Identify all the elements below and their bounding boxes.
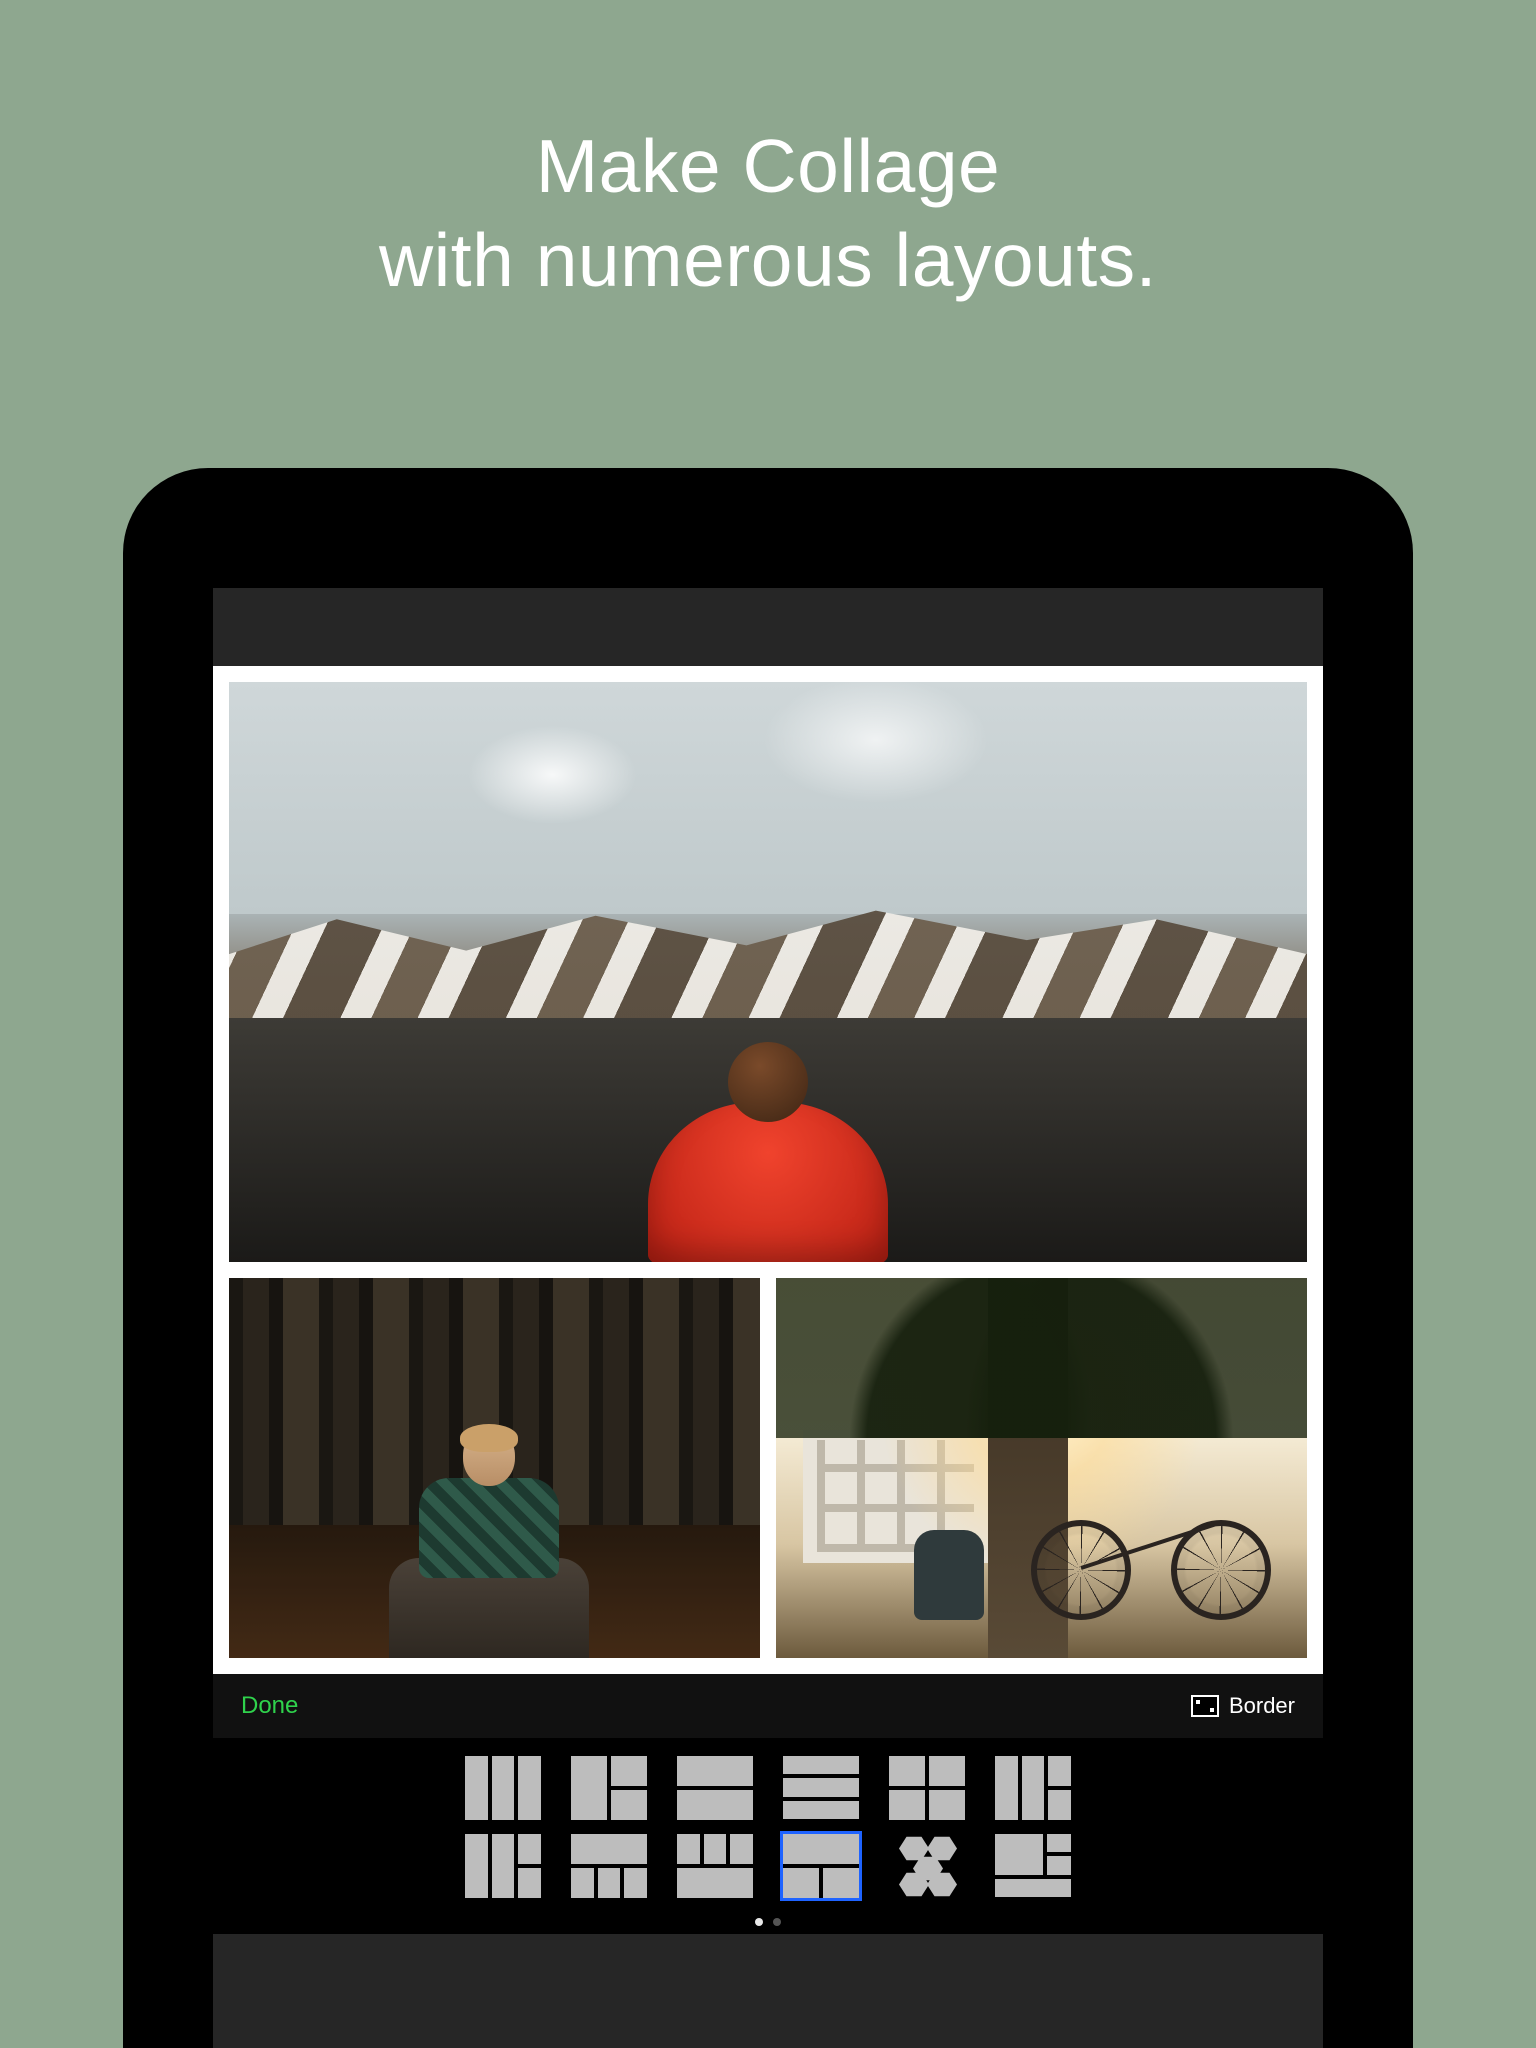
layout-option[interactable] bbox=[465, 1756, 541, 1820]
layout-option[interactable] bbox=[889, 1756, 965, 1820]
collage-slot-2[interactable] bbox=[229, 1278, 760, 1658]
layout-picker bbox=[213, 1738, 1323, 1934]
layout-option[interactable] bbox=[783, 1756, 859, 1820]
page-dot-active bbox=[755, 1918, 763, 1926]
layout-option[interactable] bbox=[677, 1756, 753, 1820]
collage-slot-3[interactable] bbox=[776, 1278, 1307, 1658]
border-button[interactable]: Border bbox=[1191, 1693, 1295, 1719]
layout-option[interactable] bbox=[677, 1834, 753, 1898]
headline-line1: Make Collage bbox=[379, 120, 1157, 214]
layout-option-selected[interactable] bbox=[783, 1834, 859, 1898]
layout-option[interactable] bbox=[995, 1756, 1071, 1820]
collage-canvas[interactable] bbox=[213, 666, 1323, 1674]
tablet-frame: Done Border bbox=[123, 468, 1413, 2048]
page-dot bbox=[773, 1918, 781, 1926]
layout-option[interactable] bbox=[571, 1834, 647, 1898]
promo-headline: Make Collage with numerous layouts. bbox=[379, 120, 1157, 308]
top-spacer bbox=[213, 588, 1323, 666]
layout-option[interactable] bbox=[889, 1834, 965, 1898]
app-screen: Done Border bbox=[213, 588, 1323, 2048]
layout-option[interactable] bbox=[995, 1834, 1071, 1898]
layout-option[interactable] bbox=[571, 1756, 647, 1820]
collage-slot-1[interactable] bbox=[229, 682, 1307, 1262]
editor-toolbar: Done Border bbox=[213, 1674, 1323, 1738]
layout-option[interactable] bbox=[465, 1834, 541, 1898]
done-button[interactable]: Done bbox=[241, 1692, 298, 1720]
headline-line2: with numerous layouts. bbox=[379, 214, 1157, 308]
border-label: Border bbox=[1229, 1693, 1295, 1719]
border-icon bbox=[1191, 1695, 1219, 1717]
page-indicator bbox=[755, 1912, 781, 1926]
